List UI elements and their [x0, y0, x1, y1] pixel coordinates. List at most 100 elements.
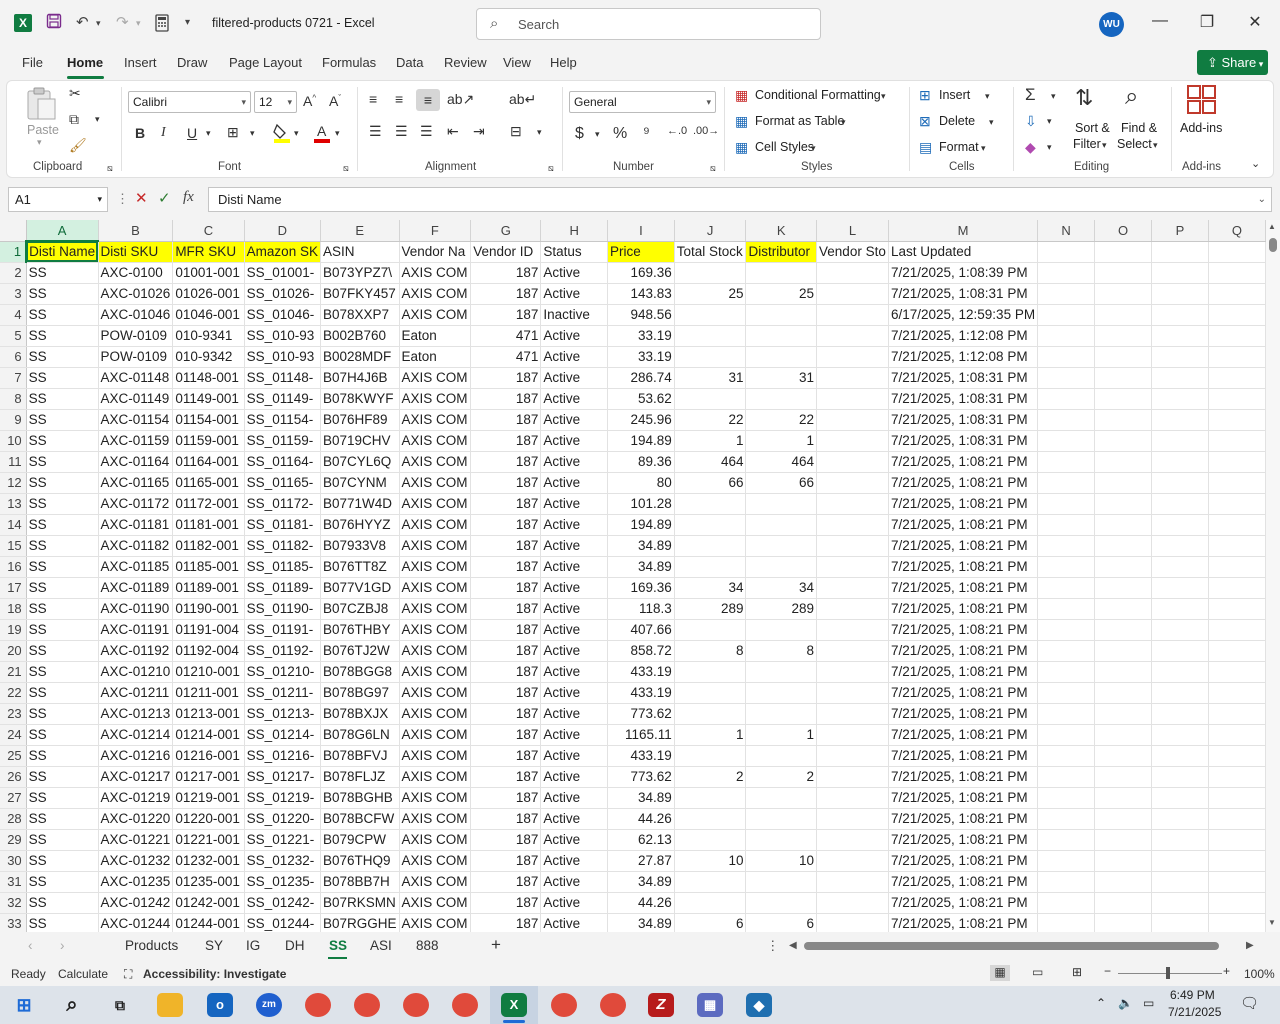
- copy-dropdown-icon[interactable]: ▾: [95, 114, 100, 125]
- cell[interactable]: [1208, 619, 1266, 641]
- cell[interactable]: [816, 682, 889, 704]
- paste-dropdown-icon[interactable]: ▾: [37, 137, 42, 148]
- cell[interactable]: [1151, 850, 1209, 872]
- cell[interactable]: Active: [540, 346, 609, 368]
- cell[interactable]: [1094, 766, 1153, 788]
- row-header[interactable]: 30: [0, 850, 27, 872]
- cell[interactable]: 433.19: [607, 745, 675, 767]
- file-explorer-icon[interactable]: [157, 993, 183, 1017]
- cell[interactable]: SS_01046-: [244, 304, 321, 326]
- cell[interactable]: 34.89: [607, 871, 675, 893]
- cell[interactable]: [1151, 304, 1209, 326]
- cell[interactable]: [816, 472, 889, 494]
- calculate-status[interactable]: Calculate: [58, 967, 108, 981]
- find-select-label-1[interactable]: Find &: [1121, 121, 1157, 135]
- cell[interactable]: [1208, 514, 1266, 536]
- cell[interactable]: AXC-01149: [98, 388, 174, 410]
- column-header-g[interactable]: G: [470, 220, 542, 242]
- column-header-e[interactable]: E: [320, 220, 400, 242]
- cell[interactable]: B078KWYF: [320, 388, 400, 410]
- cell[interactable]: 8: [674, 640, 747, 662]
- cell[interactable]: SS: [26, 577, 99, 599]
- cell[interactable]: [674, 556, 747, 578]
- cell[interactable]: [1094, 724, 1153, 746]
- cell[interactable]: Active: [540, 661, 609, 683]
- cell[interactable]: [1094, 682, 1153, 704]
- cell[interactable]: [1208, 556, 1266, 578]
- undo-dropdown-icon[interactable]: ▾: [96, 18, 101, 29]
- cell[interactable]: [1151, 262, 1209, 284]
- cell[interactable]: SS: [26, 766, 99, 788]
- cell[interactable]: SS_01214-: [244, 724, 321, 746]
- cell[interactable]: 7/21/2025, 1:08:21 PM: [888, 724, 1039, 746]
- cell[interactable]: [1094, 346, 1153, 368]
- cell[interactable]: AXC-01191: [98, 619, 174, 641]
- column-header-n[interactable]: N: [1037, 220, 1095, 242]
- cell[interactable]: [1094, 388, 1153, 410]
- cell[interactable]: 289: [745, 598, 818, 620]
- cell[interactable]: [1037, 913, 1095, 932]
- cell[interactable]: AXIS COM: [399, 514, 472, 536]
- cell[interactable]: SS_010-93: [244, 346, 321, 368]
- cell[interactable]: [1037, 661, 1095, 683]
- tab-draw[interactable]: Draw: [177, 55, 207, 70]
- row-header[interactable]: 26: [0, 766, 27, 788]
- cell[interactable]: [745, 619, 818, 641]
- cell[interactable]: AXIS COM: [399, 283, 472, 305]
- cell[interactable]: AXIS COM: [399, 724, 472, 746]
- cell[interactable]: 464: [745, 451, 818, 473]
- cell[interactable]: AXC-0100: [98, 262, 174, 284]
- cell[interactable]: [816, 640, 889, 662]
- format-table-dropdown-icon[interactable]: ▾: [841, 117, 846, 128]
- cell[interactable]: [674, 745, 747, 767]
- cell[interactable]: AXIS COM: [399, 619, 472, 641]
- cell[interactable]: SS_01165-: [244, 472, 321, 494]
- cell[interactable]: SS_01026-: [244, 283, 321, 305]
- cell[interactable]: 8: [745, 640, 818, 662]
- cell[interactable]: [745, 829, 818, 851]
- cell[interactable]: 89.36: [607, 451, 675, 473]
- cell[interactable]: 66: [745, 472, 818, 494]
- conditional-formatting-button[interactable]: Conditional Formatting: [755, 88, 881, 102]
- chrome-icon[interactable]: [305, 993, 331, 1017]
- cell[interactable]: 7/21/2025, 1:08:21 PM: [888, 640, 1039, 662]
- merge-center-icon[interactable]: ⊟: [510, 123, 522, 140]
- percent-icon[interactable]: %: [613, 125, 627, 143]
- cell[interactable]: Active: [540, 409, 609, 431]
- cell[interactable]: [745, 493, 818, 515]
- cell[interactable]: 187: [470, 745, 542, 767]
- cell[interactable]: [1094, 892, 1153, 914]
- cell[interactable]: [1151, 766, 1209, 788]
- redo-icon[interactable]: ↷: [116, 13, 129, 31]
- cell[interactable]: SS_01149-: [244, 388, 321, 410]
- cell[interactable]: [816, 325, 889, 347]
- cell[interactable]: 1: [745, 430, 818, 452]
- cell[interactable]: 464: [674, 451, 747, 473]
- comma-style-icon[interactable]: ⁹: [643, 125, 650, 143]
- cell[interactable]: B07933V8: [320, 535, 400, 557]
- task-view-icon[interactable]: ⧉: [107, 993, 133, 1017]
- cell[interactable]: Active: [540, 913, 609, 932]
- cell[interactable]: [1208, 766, 1266, 788]
- cell[interactable]: AXIS COM: [399, 556, 472, 578]
- cell[interactable]: [1151, 703, 1209, 725]
- tab-view[interactable]: View: [503, 55, 531, 70]
- row-header[interactable]: 19: [0, 619, 27, 641]
- cut-icon[interactable]: ✂: [69, 85, 81, 102]
- header-cell[interactable]: Last Updated: [888, 241, 1039, 263]
- cell[interactable]: B076TJ2W: [320, 640, 400, 662]
- column-header-l[interactable]: L: [816, 220, 889, 242]
- chrome-profile-icon[interactable]: [600, 993, 626, 1017]
- align-bottom-icon[interactable]: ≡: [416, 89, 440, 111]
- cell[interactable]: [1094, 808, 1153, 830]
- cell[interactable]: Active: [540, 430, 609, 452]
- cell[interactable]: [745, 262, 818, 284]
- redo-dropdown-icon[interactable]: ▾: [136, 18, 141, 29]
- cell[interactable]: [1094, 451, 1153, 473]
- cell[interactable]: AXC-01148: [98, 367, 174, 389]
- cell[interactable]: [745, 703, 818, 725]
- paste-icon[interactable]: [25, 87, 57, 124]
- cell[interactable]: [1037, 367, 1095, 389]
- cell[interactable]: SS_01210-: [244, 661, 321, 683]
- cell[interactable]: [745, 682, 818, 704]
